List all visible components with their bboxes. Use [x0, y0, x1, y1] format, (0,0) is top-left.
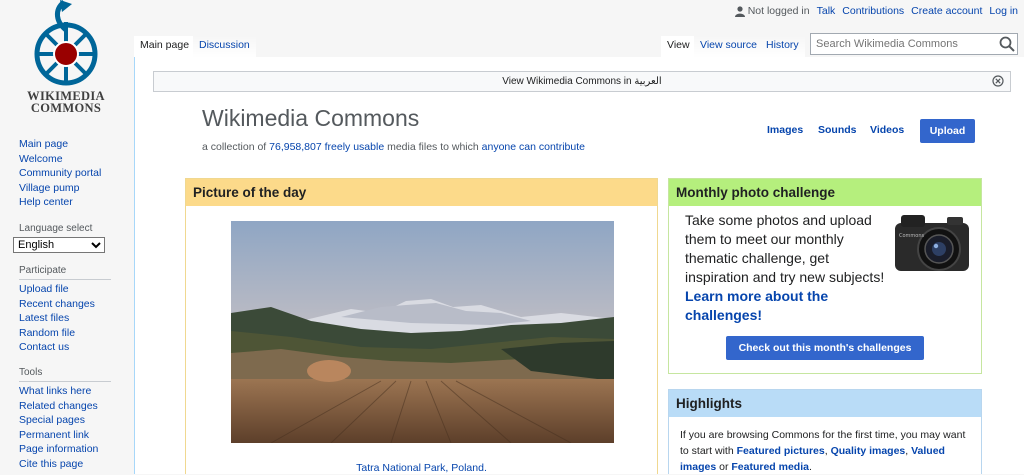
videos-link[interactable]: Videos [870, 124, 904, 136]
picture-of-the-day-heading: Picture of the day [186, 179, 657, 206]
upload-button[interactable]: Upload [920, 119, 975, 143]
search-input[interactable] [810, 33, 1018, 55]
language-banner-text[interactable]: View Wikimedia Commons in العربية [502, 76, 661, 87]
tagline: a collection of 76,958,807 freely usable… [202, 141, 585, 153]
language-select-heading: Language select [19, 223, 93, 234]
sidebar: WIKIMEDIA COMMONS Main page Welcome Comm… [0, 0, 134, 474]
nav-what-links-here[interactable]: What links here [19, 384, 98, 399]
tab-view-source[interactable]: View source [694, 36, 764, 58]
participate-links: Upload file Recent changes Latest files … [19, 282, 95, 355]
camera-icon: Commons [895, 215, 969, 271]
monthly-challenge-text: Take some photos and upload them to meet… [685, 211, 890, 325]
nav-welcome[interactable]: Welcome [19, 152, 101, 167]
talk-link[interactable]: Talk [817, 5, 836, 17]
tools-heading: Tools [19, 367, 111, 382]
create-account-link[interactable]: Create account [911, 5, 982, 17]
featured-media-link[interactable]: Featured media [731, 461, 809, 473]
nav-recent-changes[interactable]: Recent changes [19, 297, 95, 312]
sounds-link[interactable]: Sounds [818, 124, 857, 136]
tab-history[interactable]: History [760, 36, 805, 58]
nav-village-pump[interactable]: Village pump [19, 181, 101, 196]
language-select[interactable]: English [13, 237, 105, 253]
anyone-can-contribute-link[interactable]: anyone can contribute [482, 141, 585, 153]
challenge-description: Take some photos and upload them to meet… [685, 212, 885, 285]
nav-latest-files[interactable]: Latest files [19, 311, 95, 326]
highlights-or: or [719, 461, 729, 473]
freely-usable-link[interactable]: freely usable [325, 141, 385, 153]
svg-text:Commons: Commons [899, 233, 925, 239]
nav-upload-file[interactable]: Upload file [19, 282, 95, 297]
commons-logo-icon [34, 0, 98, 86]
nav-random-file[interactable]: Random file [19, 326, 95, 341]
site-logo[interactable]: WIKIMEDIA COMMONS [20, 0, 112, 118]
tab-view[interactable]: View [661, 36, 696, 58]
navigation-links: Main page Welcome Community portal Villa… [19, 137, 101, 210]
images-link[interactable]: Images [767, 124, 803, 136]
nav-help-center[interactable]: Help center [19, 195, 101, 210]
highlights-box: Highlights If you are browsing Commons f… [668, 389, 982, 474]
login-link[interactable]: Log in [989, 5, 1018, 17]
nav-related-changes[interactable]: Related changes [19, 399, 98, 414]
picture-caption-link[interactable]: Tatra National Park, Poland. [356, 462, 487, 474]
nav-main-page[interactable]: Main page [19, 137, 101, 152]
picture-of-the-day-image[interactable] [231, 221, 614, 443]
contributions-link[interactable]: Contributions [842, 5, 904, 17]
personal-tools: Not logged in Talk Contributions Create … [734, 4, 1018, 18]
logo-text: WIKIMEDIA COMMONS [27, 89, 105, 115]
monthly-challenge-box: Monthly photo challenge Take some photos… [668, 178, 982, 374]
participate-heading: Participate [19, 265, 111, 280]
picture-of-the-day-box: Picture of the day Tatra National Park, … [185, 178, 658, 474]
nav-cite-this-page[interactable]: Cite this page [19, 457, 98, 472]
tab-discussion[interactable]: Discussion [193, 36, 256, 58]
not-logged-in-text: Not logged in [747, 5, 810, 17]
picture-of-the-day-caption: Tatra National Park, Poland. [186, 462, 657, 474]
user-icon [734, 5, 745, 17]
quality-images-link[interactable]: Quality images [831, 445, 906, 457]
nav-community-portal[interactable]: Community portal [19, 166, 101, 181]
page-title: Wikimedia Commons [202, 105, 420, 131]
learn-more-link[interactable]: Learn more about the challenges! [685, 288, 828, 323]
main-content: View Wikimedia Commons in العربية Wikime… [134, 57, 1024, 474]
nav-contact-us[interactable]: Contact us [19, 340, 95, 355]
tab-main-page[interactable]: Main page [134, 36, 196, 58]
tools-links: What links here Related changes Special … [19, 384, 98, 472]
close-icon[interactable] [992, 75, 1004, 87]
nav-page-information[interactable]: Page information [19, 442, 98, 457]
check-challenges-button[interactable]: Check out this month's challenges [726, 336, 924, 360]
search-icon[interactable] [998, 34, 1016, 54]
highlights-text: If you are browsing Commons for the firs… [680, 429, 966, 473]
monthly-challenge-heading: Monthly photo challenge [669, 179, 981, 206]
featured-pictures-link[interactable]: Featured pictures [737, 445, 825, 457]
file-count-link[interactable]: 76,958,807 [269, 141, 322, 153]
tagline-middle: media files to which [387, 141, 479, 153]
highlights-heading: Highlights [669, 390, 981, 417]
language-banner: View Wikimedia Commons in العربية [153, 71, 1011, 92]
nav-permanent-link[interactable]: Permanent link [19, 428, 98, 443]
nav-special-pages[interactable]: Special pages [19, 413, 98, 428]
tagline-prefix: a collection of [202, 141, 267, 153]
